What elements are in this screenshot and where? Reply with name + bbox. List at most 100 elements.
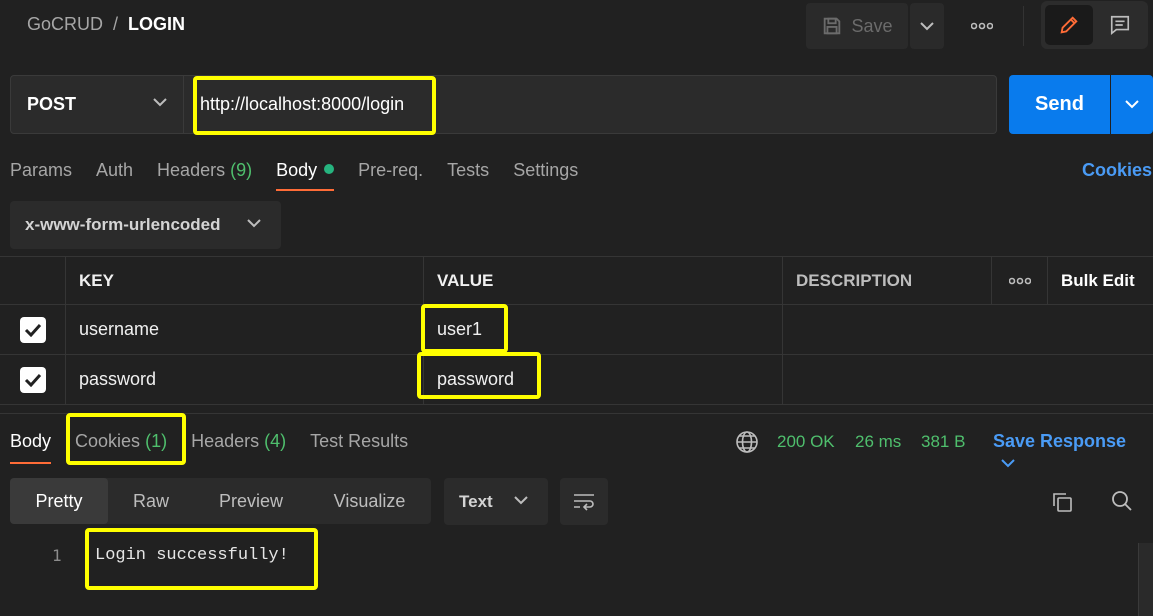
row-checkbox[interactable] bbox=[19, 316, 46, 343]
description-cell[interactable] bbox=[782, 355, 1153, 404]
bulk-edit-button[interactable]: Bulk Edit bbox=[1047, 257, 1153, 304]
save-button[interactable]: Save bbox=[806, 3, 908, 49]
headers-count: (4) bbox=[264, 431, 287, 451]
cookies-link[interactable]: Cookies bbox=[1082, 160, 1152, 181]
toolbar-divider bbox=[1023, 6, 1024, 46]
wrap-lines-button[interactable] bbox=[560, 478, 608, 525]
table-header-row: KEY VALUE DESCRIPTION Bulk Edit bbox=[0, 256, 1153, 305]
key-cell[interactable]: password bbox=[65, 355, 423, 404]
pencil-icon bbox=[1060, 16, 1078, 34]
status-dot-icon bbox=[324, 164, 335, 174]
tab-settings[interactable]: Settings bbox=[513, 160, 578, 191]
chevron-down-icon bbox=[920, 21, 934, 30]
save-response-label: Save Response bbox=[993, 431, 1127, 451]
copy-icon[interactable] bbox=[1050, 490, 1074, 514]
tab-label: Cookies bbox=[75, 431, 141, 451]
header-value: VALUE bbox=[423, 257, 782, 304]
response-tab-cookies[interactable]: Cookies (1) bbox=[75, 431, 167, 464]
wrap-icon bbox=[574, 493, 594, 511]
line-number: 1 bbox=[52, 546, 62, 565]
response-time[interactable]: 26 ms bbox=[855, 432, 901, 452]
header-key: KEY bbox=[65, 257, 423, 304]
key-cell[interactable]: username bbox=[65, 305, 423, 354]
comments-button[interactable] bbox=[1098, 5, 1142, 45]
globe-icon[interactable] bbox=[735, 430, 759, 454]
format-select[interactable]: Text bbox=[444, 478, 548, 525]
status-code[interactable]: 200 OK bbox=[777, 432, 835, 452]
chevron-down-icon bbox=[247, 219, 261, 228]
more-horizontal-icon bbox=[1008, 277, 1031, 284]
scrollbar[interactable] bbox=[1138, 543, 1153, 616]
method-select[interactable]: POST bbox=[10, 75, 184, 134]
tab-label: Pre-req. bbox=[358, 160, 424, 180]
chevron-down-icon bbox=[153, 98, 167, 107]
tab-label: Body bbox=[10, 431, 52, 451]
row-checkbox[interactable] bbox=[19, 366, 46, 393]
check-icon bbox=[24, 323, 41, 337]
header-check-cell bbox=[0, 257, 65, 304]
view-tab-preview[interactable]: Preview bbox=[194, 478, 308, 524]
row-check-cell bbox=[0, 305, 65, 354]
body-type-label: x-www-form-urlencoded bbox=[25, 215, 221, 234]
tab-body[interactable]: Body bbox=[276, 160, 335, 191]
send-button[interactable]: Send bbox=[1009, 75, 1110, 134]
view-tab-raw[interactable]: Raw bbox=[108, 478, 194, 524]
headers-count: (9) bbox=[230, 160, 253, 180]
response-text: Login successfully! bbox=[95, 546, 289, 565]
response-tabs: Body Cookies (1) Headers (4) Test Result… bbox=[10, 431, 432, 464]
tab-params[interactable]: Params bbox=[10, 160, 72, 191]
value-cell[interactable]: user1 bbox=[423, 305, 782, 354]
search-icon[interactable] bbox=[1110, 489, 1134, 513]
save-response-button[interactable]: Save Response bbox=[993, 431, 1153, 473]
chevron-down-icon bbox=[514, 496, 528, 505]
response-tab-headers[interactable]: Headers (4) bbox=[191, 431, 286, 464]
view-tab-pretty[interactable]: Pretty bbox=[10, 478, 108, 524]
view-tab-visualize[interactable]: Visualize bbox=[308, 478, 431, 524]
url-text: http://localhost:8000/login bbox=[200, 94, 405, 114]
edit-mode-button[interactable] bbox=[1045, 5, 1093, 45]
response-size[interactable]: 381 B bbox=[921, 432, 965, 452]
chevron-down-icon bbox=[1125, 100, 1139, 109]
row-check-cell bbox=[0, 355, 65, 404]
table-more-button[interactable] bbox=[991, 257, 1047, 304]
check-icon bbox=[24, 373, 41, 387]
url-input[interactable]: http://localhost:8000/login bbox=[184, 75, 997, 134]
comment-icon bbox=[1110, 15, 1130, 35]
save-label: Save bbox=[851, 15, 893, 36]
tab-label: Auth bbox=[96, 160, 134, 180]
response-divider[interactable] bbox=[0, 413, 1153, 414]
tab-label: Headers bbox=[191, 431, 260, 451]
table-row: password password bbox=[0, 355, 1153, 405]
tab-label: Tests bbox=[447, 160, 490, 180]
value-cell[interactable]: password bbox=[423, 355, 782, 404]
response-tab-body[interactable]: Body bbox=[10, 431, 52, 464]
request-tabs: Params Auth Headers (9) Body Pre-req. Te… bbox=[10, 160, 602, 191]
tab-pre-request[interactable]: Pre-req. bbox=[358, 160, 423, 191]
response-view-tabs: Pretty Raw Preview Visualize bbox=[10, 478, 431, 524]
body-type-select[interactable]: x-www-form-urlencoded bbox=[10, 201, 281, 249]
cookies-count: (1) bbox=[145, 431, 168, 451]
chevron-down-icon bbox=[1001, 459, 1015, 468]
breadcrumb: GoCRUD / LOGIN bbox=[27, 14, 185, 35]
save-icon bbox=[824, 17, 841, 35]
response-tab-test-results[interactable]: Test Results bbox=[310, 431, 408, 464]
table-row: username user1 bbox=[0, 305, 1153, 355]
tab-tests[interactable]: Tests bbox=[447, 160, 489, 191]
more-actions-button[interactable] bbox=[960, 14, 1004, 38]
tab-label: Test Results bbox=[310, 431, 409, 451]
tab-label: Params bbox=[10, 160, 73, 180]
tab-headers[interactable]: Headers (9) bbox=[157, 160, 252, 191]
more-horizontal-icon bbox=[971, 22, 993, 30]
breadcrumb-separator: / bbox=[113, 14, 119, 34]
breadcrumb-collection[interactable]: GoCRUD bbox=[27, 14, 103, 34]
response-body-editor[interactable]: 1 Login successfully! bbox=[0, 540, 1138, 616]
send-options-button[interactable] bbox=[1111, 75, 1153, 134]
save-options-button[interactable] bbox=[910, 3, 944, 49]
description-cell[interactable] bbox=[782, 305, 1153, 354]
tab-label: Headers bbox=[157, 160, 226, 180]
tab-label: Settings bbox=[513, 160, 579, 180]
header-description: DESCRIPTION bbox=[782, 257, 991, 304]
format-label: Text bbox=[459, 491, 493, 511]
breadcrumb-request[interactable]: LOGIN bbox=[128, 14, 185, 34]
tab-auth[interactable]: Auth bbox=[96, 160, 133, 191]
